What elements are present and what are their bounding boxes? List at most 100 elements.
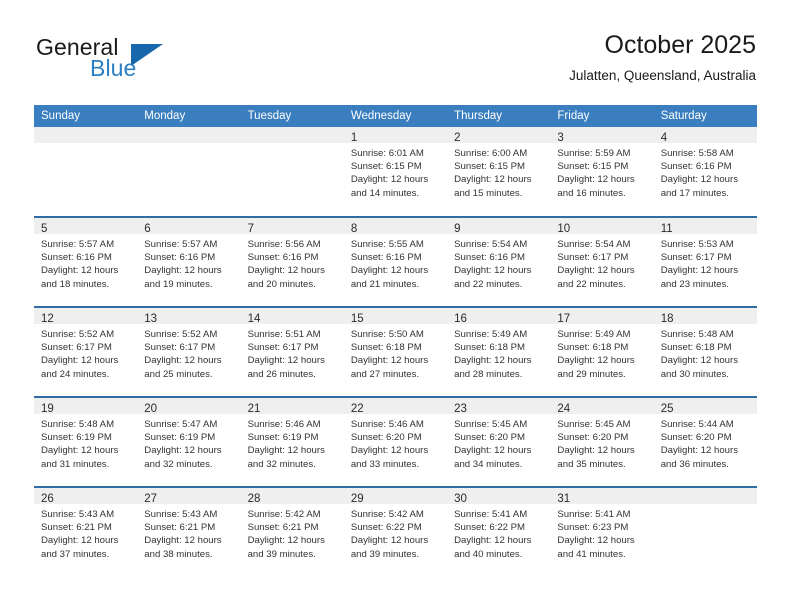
sunset-time: Sunset: 6:17 PM — [247, 342, 319, 354]
calendar-day-cell[interactable]: 4 Sunrise: 5:58 AM Sunset: 6:16 PM Daylight… — [653, 127, 757, 217]
calendar-day-cell[interactable]: 17 Sunrise: 5:49 AM Sunset: 6:18 PM Dayligh… — [550, 306, 654, 397]
sunrise-time: Sunrise: 5:41 AM — [454, 509, 528, 520]
day-number: 18 — [660, 313, 674, 325]
day-details: Sunrise: 6:00 AM Sunset: 6:15 PM Daylight:… — [447, 143, 550, 200]
day-number-band: 9 — [447, 218, 551, 235]
day-number-band: 24 — [550, 398, 654, 415]
daylight-duration-line1: Daylight: 12 hours — [144, 265, 222, 277]
calendar-day-cell[interactable]: 10 Sunrise: 5:54 AM Sunset: 6:17 PM Dayligh… — [550, 216, 654, 307]
sunrise-time: Sunrise: 5:45 AM — [557, 419, 631, 430]
weekday-header-thursday: Thursday — [447, 105, 551, 127]
day-cell-content: 27 Sunrise: 5:43 AM Sunset: 6:21 PM Dayligh… — [137, 488, 241, 577]
daylight-duration-line1: Daylight: 12 hours — [350, 445, 429, 457]
day-number: 6 — [144, 223, 151, 235]
calendar-page: General Blue October 2025 Julatten, Quee… — [0, 0, 792, 612]
day-cell-content: 30 Sunrise: 5:41 AM Sunset: 6:22 PM Dayligh… — [447, 488, 551, 577]
sunrise-time: Sunrise: 5:50 AM — [350, 329, 424, 340]
calendar-day-cell[interactable]: 5 Sunrise: 5:57 AM Sunset: 6:16 PM Daylight… — [34, 216, 138, 307]
calendar-day-cell[interactable]: 12 Sunrise: 5:52 AM Sunset: 6:17 PM Dayligh… — [34, 306, 138, 397]
day-number: 27 — [144, 493, 158, 505]
day-number-band: 12 — [34, 308, 138, 325]
calendar-day-cell[interactable]: 29 Sunrise: 5:42 AM Sunset: 6:22 PM Dayligh… — [343, 486, 448, 577]
calendar-day-cell[interactable]: 30 Sunrise: 5:41 AM Sunset: 6:22 PM Dayligh… — [447, 486, 551, 577]
day-details: Sunrise: 5:52 AM Sunset: 6:17 PM Daylight:… — [137, 324, 240, 381]
calendar-day-cell[interactable]: 1 Sunrise: 6:01 AM Sunset: 6:15 PM Daylight… — [343, 127, 448, 217]
sunset-time: Sunset: 6:16 PM — [454, 252, 526, 264]
day-number-band: 7 — [240, 218, 344, 235]
daylight-duration-line1: Daylight: 12 hours — [350, 355, 429, 367]
calendar-day-cell-empty — [653, 486, 757, 577]
day-details: Sunrise: 5:54 AM Sunset: 6:16 PM Daylight:… — [447, 234, 550, 291]
calendar-day-cell[interactable]: 19 Sunrise: 5:48 AM Sunset: 6:19 PM Dayligh… — [34, 396, 138, 487]
calendar-day-cell[interactable]: 15 Sunrise: 5:50 AM Sunset: 6:18 PM Dayligh… — [343, 306, 448, 397]
day-number-band: 5 — [34, 218, 138, 235]
sunset-time: Sunset: 6:20 PM — [557, 432, 629, 444]
daylight-duration-line1: Daylight: 12 hours — [557, 355, 635, 367]
calendar-day-cell[interactable]: 22 Sunrise: 5:46 AM Sunset: 6:20 PM Dayligh… — [343, 396, 448, 487]
day-cell-content: 2 Sunrise: 6:00 AM Sunset: 6:15 PM Daylight… — [447, 127, 551, 216]
day-number-band: 28 — [240, 488, 344, 505]
daylight-duration-line2: and 26 minutes. — [247, 368, 316, 380]
sunrise-time: Sunrise: 5:54 AM — [454, 239, 528, 250]
calendar-day-cell[interactable]: 16 Sunrise: 5:49 AM Sunset: 6:18 PM Dayligh… — [447, 306, 551, 397]
page-subtitle: Julatten, Queensland, Australia — [569, 68, 756, 83]
daylight-duration-line2: and 41 minutes. — [557, 548, 626, 560]
sunset-time: Sunset: 6:19 PM — [144, 432, 216, 444]
calendar-day-cell[interactable]: 27 Sunrise: 5:43 AM Sunset: 6:21 PM Dayligh… — [137, 486, 241, 577]
day-number-band: 23 — [447, 398, 551, 415]
logo-text-blue: Blue — [90, 55, 137, 81]
day-number: 16 — [454, 313, 467, 325]
day-number: 19 — [41, 403, 54, 415]
calendar-day-cell[interactable]: 24 Sunrise: 5:45 AM Sunset: 6:20 PM Dayligh… — [550, 396, 654, 487]
day-number-band: 14 — [240, 308, 344, 325]
sunrise-sunset-calendar-table: Sunday Monday Tuesday Wednesday Thursday… — [34, 105, 757, 577]
calendar-day-cell[interactable]: 28 Sunrise: 5:42 AM Sunset: 6:21 PM Dayligh… — [240, 486, 344, 577]
calendar-day-cell[interactable]: 9 Sunrise: 5:54 AM Sunset: 6:16 PM Daylight… — [447, 216, 551, 307]
day-details: Sunrise: 5:49 AM Sunset: 6:18 PM Daylight:… — [447, 324, 550, 381]
day-number: 8 — [350, 223, 358, 235]
sunrise-time: Sunrise: 5:43 AM — [144, 509, 218, 520]
calendar-day-cell[interactable]: 31 Sunrise: 5:41 AM Sunset: 6:23 PM Dayligh… — [550, 486, 654, 577]
calendar-day-cell[interactable]: 6 Sunrise: 5:57 AM Sunset: 6:16 PM Daylight… — [137, 216, 241, 307]
calendar-day-cell[interactable]: 3 Sunrise: 5:59 AM Sunset: 6:15 PM Daylight… — [550, 127, 654, 217]
sunrise-time: Sunrise: 5:42 AM — [247, 509, 321, 520]
day-number: 3 — [557, 132, 564, 144]
day-cell-content: 6 Sunrise: 5:57 AM Sunset: 6:16 PM Daylight… — [137, 218, 241, 306]
day-number: 10 — [557, 223, 571, 235]
daylight-duration-line1: Daylight: 12 hours — [144, 445, 222, 457]
sunset-time: Sunset: 6:16 PM — [660, 161, 732, 173]
calendar-day-cell[interactable]: 11 Sunrise: 5:53 AM Sunset: 6:17 PM Dayligh… — [653, 216, 757, 307]
calendar-day-cell[interactable]: 2 Sunrise: 6:00 AM Sunset: 6:15 PM Daylight… — [447, 127, 551, 217]
calendar-day-cell[interactable]: 8 Sunrise: 5:55 AM Sunset: 6:16 PM Daylight… — [343, 216, 448, 307]
calendar-day-cell[interactable]: 7 Sunrise: 5:56 AM Sunset: 6:16 PM Daylight… — [240, 216, 344, 307]
calendar-day-cell[interactable]: 26 Sunrise: 5:43 AM Sunset: 6:21 PM Dayligh… — [34, 486, 138, 577]
calendar-day-cell[interactable]: 18 Sunrise: 5:48 AM Sunset: 6:18 PM Dayligh… — [653, 306, 757, 397]
calendar-day-cell[interactable]: 21 Sunrise: 5:46 AM Sunset: 6:19 PM Dayligh… — [240, 396, 344, 487]
day-cell-content — [240, 127, 344, 216]
day-cell-content: 7 Sunrise: 5:56 AM Sunset: 6:16 PM Daylight… — [240, 218, 344, 306]
daylight-duration-line1: Daylight: 12 hours — [247, 355, 325, 367]
calendar-day-cell[interactable]: 23 Sunrise: 5:45 AM Sunset: 6:20 PM Dayligh… — [447, 396, 551, 487]
daylight-duration-line1: Daylight: 12 hours — [557, 445, 635, 457]
day-number: 17 — [557, 313, 571, 325]
day-cell-content: 22 Sunrise: 5:46 AM Sunset: 6:20 PM Dayligh… — [343, 398, 448, 486]
day-number: 22 — [350, 403, 364, 415]
sunrise-time: Sunrise: 5:54 AM — [557, 239, 631, 250]
calendar-day-cell[interactable]: 13 Sunrise: 5:52 AM Sunset: 6:17 PM Dayligh… — [137, 306, 241, 397]
calendar-day-cell[interactable]: 14 Sunrise: 5:51 AM Sunset: 6:17 PM Dayligh… — [240, 306, 344, 397]
general-blue-logo[interactable]: General Blue — [36, 36, 266, 88]
calendar-day-cell[interactable]: 25 Sunrise: 5:44 AM Sunset: 6:20 PM Dayligh… — [653, 396, 757, 487]
sunset-time: Sunset: 6:16 PM — [247, 252, 319, 264]
day-number-band: 25 — [653, 398, 757, 415]
sunset-time: Sunset: 6:22 PM — [350, 522, 422, 534]
day-number-band: 27 — [137, 488, 241, 505]
day-cell-content: 4 Sunrise: 5:58 AM Sunset: 6:16 PM Daylight… — [653, 127, 757, 216]
weekday-header-tuesday: Tuesday — [240, 105, 344, 127]
day-number: 29 — [350, 493, 364, 505]
day-cell-content: 28 Sunrise: 5:42 AM Sunset: 6:21 PM Dayligh… — [240, 488, 344, 577]
day-cell-content: 26 Sunrise: 5:43 AM Sunset: 6:21 PM Dayligh… — [34, 488, 138, 577]
daylight-duration-line2: and 21 minutes. — [350, 278, 420, 290]
day-number: 25 — [660, 403, 674, 415]
calendar-day-cell[interactable]: 20 Sunrise: 5:47 AM Sunset: 6:19 PM Dayligh… — [137, 396, 241, 487]
day-number: 2 — [454, 132, 461, 144]
